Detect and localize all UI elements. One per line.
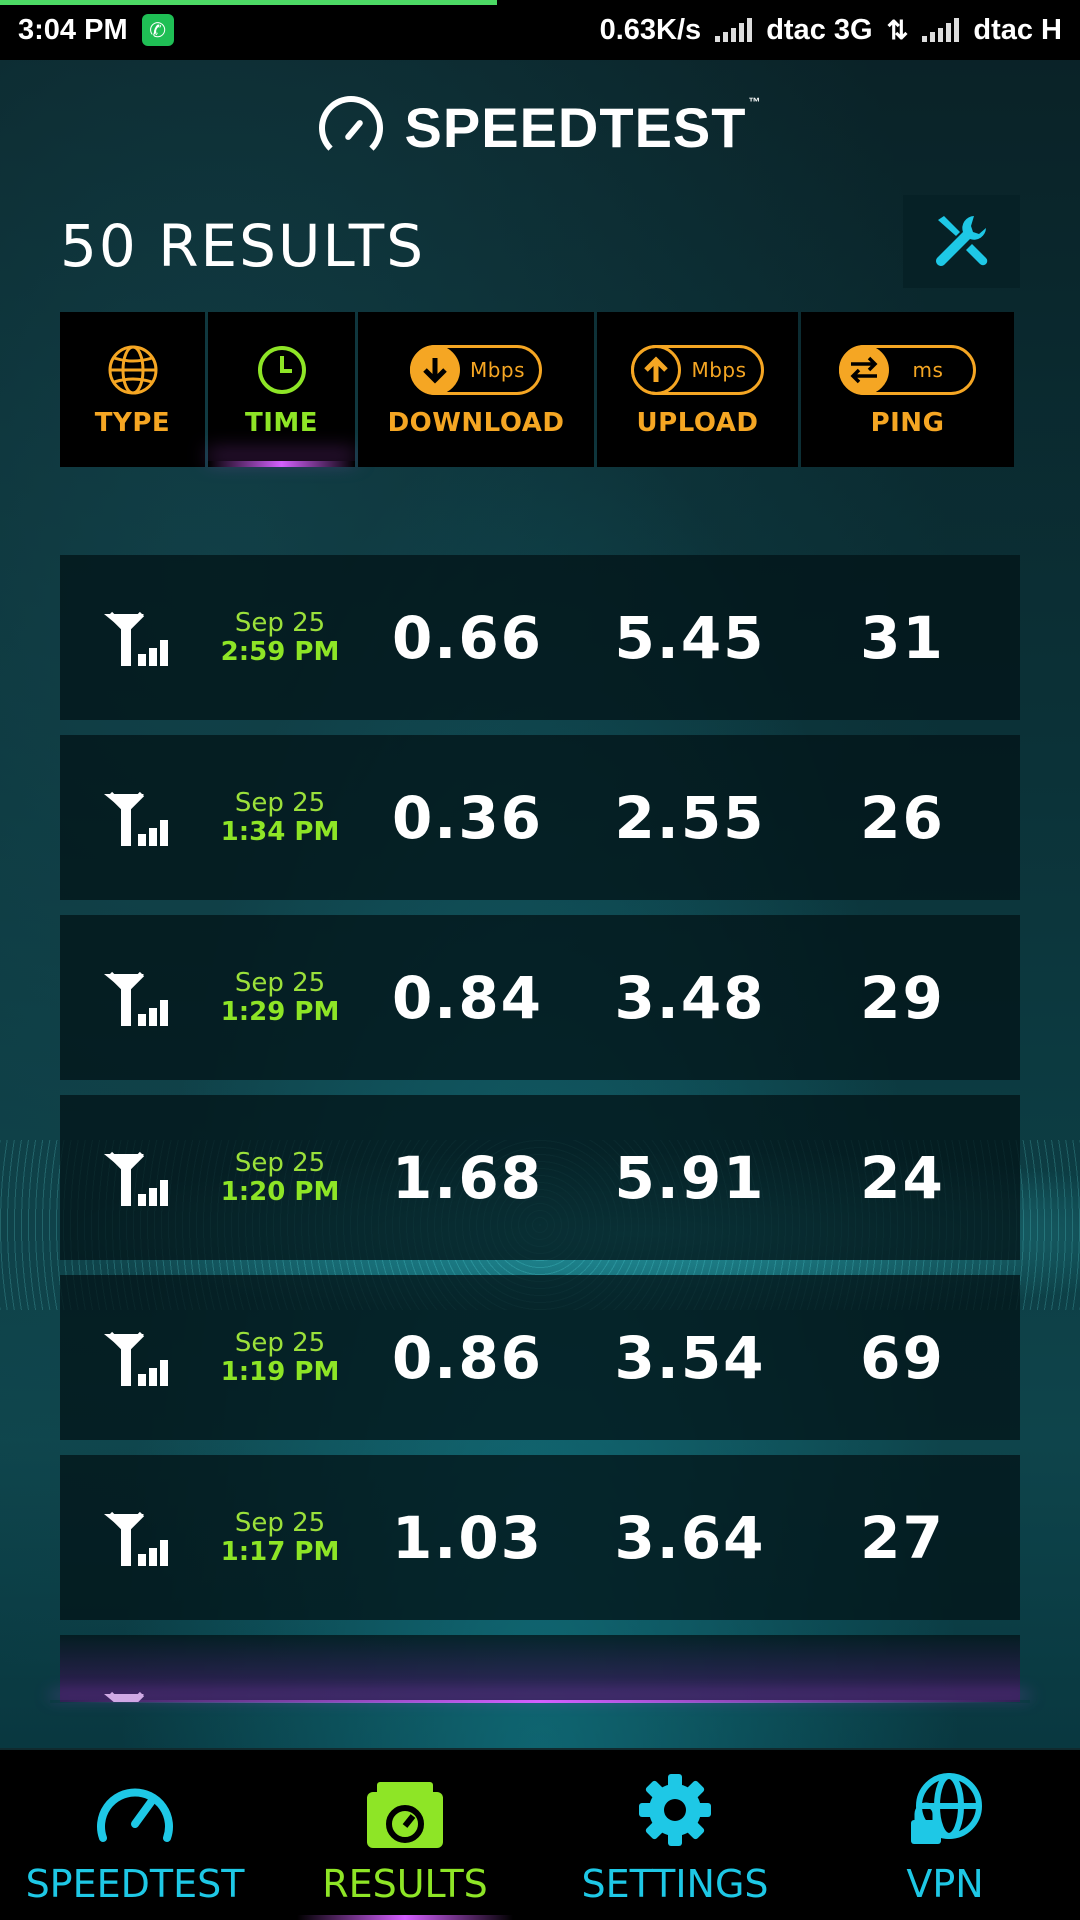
result-datetime: Sep 25 1:34 PM: [210, 789, 350, 846]
gear-icon: [639, 1774, 711, 1846]
result-row[interactable]: Sep 25: [60, 1635, 1020, 1702]
download-arrow-icon: [409, 344, 460, 395]
result-ping: 29: [860, 963, 945, 1032]
top-progress-bar: [0, 0, 497, 5]
speedometer-icon: [318, 95, 383, 160]
result-datetime: Sep 25 1:19 PM: [210, 1329, 350, 1386]
carrier-1: dtac 3G: [766, 13, 873, 46]
data-transfer-icon: ⇅: [886, 14, 909, 45]
list-bottom-glow: [50, 1700, 1030, 1703]
nav-speedtest-label: SPEEDTEST: [25, 1862, 245, 1906]
wrench-screwdriver-icon: [935, 215, 987, 266]
tab-download[interactable]: Mbps DOWNLOAD: [358, 312, 594, 467]
tab-time[interactable]: TIME: [208, 312, 355, 467]
nav-settings-label: SETTINGS: [581, 1862, 769, 1906]
result-ping: 27: [860, 1503, 945, 1572]
result-download: 0.84: [391, 963, 544, 1032]
result-download: 0.66: [391, 603, 544, 672]
result-datetime: Sep 25 1:17 PM: [210, 1509, 350, 1566]
tab-ping[interactable]: ms PING: [801, 312, 1014, 467]
result-datetime: Sep 25 2:59 PM: [210, 609, 350, 666]
result-time: 1:34 PM: [220, 816, 340, 847]
result-date: Sep 25: [234, 607, 326, 638]
result-download: 1.03: [391, 1503, 544, 1572]
clock-icon: [257, 345, 306, 394]
tab-download-label: DOWNLOAD: [387, 407, 565, 438]
result-datetime: Sep 25 1:20 PM: [210, 1149, 350, 1206]
result-date: Sep 25: [234, 1327, 326, 1358]
cellular-signal-icon: [60, 1150, 210, 1206]
result-datetime: Sep 25 1:29 PM: [210, 969, 350, 1026]
result-ping: 31: [860, 603, 945, 672]
result-ping: 24: [860, 1143, 945, 1212]
ping-arrows-icon: [838, 344, 889, 395]
tab-upload-label: UPLOAD: [636, 407, 759, 438]
tools-button[interactable]: [903, 195, 1020, 288]
signal-icon: [715, 18, 753, 42]
results-list[interactable]: Sep 25 2:59 PM 0.66 5.45 31 Sep 25 1:34 PM 0.36…: [60, 555, 1020, 1702]
result-upload: 5.91: [614, 1143, 766, 1212]
nav-vpn-label: VPN: [906, 1862, 984, 1906]
cellular-signal-icon: [60, 790, 210, 846]
tab-upload[interactable]: Mbps UPLOAD: [597, 312, 798, 467]
results-folder-icon: [367, 1782, 443, 1848]
bottom-nav: SPEEDTEST RESULTS SETTINGS VPN: [0, 1748, 1080, 1920]
result-upload: 3.48: [614, 963, 766, 1032]
brand-header: SPEEDTEST ™: [0, 95, 1080, 160]
network-speed: 0.63K/s: [599, 13, 702, 46]
result-row[interactable]: Sep 25 1:19 PM 0.86 3.54 69: [60, 1275, 1020, 1440]
upload-unit: Mbps: [691, 357, 747, 382]
tab-time-label: TIME: [244, 407, 319, 438]
upload-arrow-icon: [631, 344, 682, 395]
cellular-signal-icon: [60, 610, 210, 666]
result-date: Sep 25: [234, 1147, 326, 1178]
result-time: 1:19 PM: [220, 1356, 340, 1387]
results-count-title: 50 RESULTS: [60, 212, 426, 280]
brand-logo: SPEEDTEST ™: [404, 95, 762, 159]
result-date: Sep 25: [234, 967, 326, 998]
speedometer-icon: [97, 1788, 173, 1842]
nav-results-label: RESULTS: [322, 1862, 488, 1906]
result-ping: 69: [860, 1323, 945, 1392]
status-time: 3:04 PM: [18, 13, 128, 46]
result-ping: 26: [860, 783, 945, 852]
nav-vpn[interactable]: VPN: [810, 1750, 1080, 1920]
result-time: 1:29 PM: [220, 996, 340, 1027]
cellular-signal-icon: [60, 970, 210, 1026]
status-bar: 3:04 PM ✆ 0.63K/s dtac 3G ⇅ dtac H: [0, 0, 1080, 60]
phone-call-icon: ✆: [141, 14, 174, 46]
signal-icon-2: [922, 18, 960, 42]
column-tabs: TYPE TIME Mbps DOWNLOAD Mbps UPLOAD ms P…: [60, 312, 1020, 467]
result-download: 1.68: [391, 1143, 544, 1212]
result-row[interactable]: Sep 25 1:17 PM 1.03 3.64 27: [60, 1455, 1020, 1620]
result-upload: 3.64: [614, 1503, 766, 1572]
result-download: 0.36: [391, 783, 544, 852]
result-row[interactable]: Sep 25 2:59 PM 0.66 5.45 31: [60, 555, 1020, 720]
nav-settings[interactable]: SETTINGS: [540, 1750, 810, 1920]
globe-icon: [108, 345, 157, 394]
result-time: 1:17 PM: [220, 1536, 340, 1567]
result-download: 0.86: [391, 1323, 544, 1392]
result-row[interactable]: Sep 25 1:20 PM 1.68 5.91 24: [60, 1095, 1020, 1260]
cellular-signal-icon: [60, 1330, 210, 1386]
result-upload: 3.54: [614, 1323, 766, 1392]
result-time: 2:59 PM: [220, 636, 340, 667]
download-unit: Mbps: [469, 357, 526, 382]
result-date: Sep 25: [234, 1507, 326, 1538]
tab-type-label: TYPE: [94, 407, 171, 438]
result-row[interactable]: Sep 25 1:29 PM 0.84 3.48 29: [60, 915, 1020, 1080]
result-date: Sep 25: [234, 787, 326, 818]
tab-ping-label: PING: [870, 407, 945, 438]
tab-type[interactable]: TYPE: [60, 312, 205, 467]
cellular-signal-icon: [60, 1510, 210, 1566]
nav-speedtest[interactable]: SPEEDTEST: [0, 1750, 270, 1920]
nav-results[interactable]: RESULTS: [270, 1750, 540, 1920]
ping-unit: ms: [912, 357, 944, 382]
result-upload: 2.55: [614, 783, 766, 852]
result-upload: 5.45: [614, 603, 766, 672]
carrier-2: dtac H: [973, 13, 1062, 46]
globe-lock-icon: [911, 1773, 982, 1844]
result-row[interactable]: Sep 25 1:34 PM 0.36 2.55 26: [60, 735, 1020, 900]
result-time: 1:20 PM: [220, 1176, 340, 1207]
